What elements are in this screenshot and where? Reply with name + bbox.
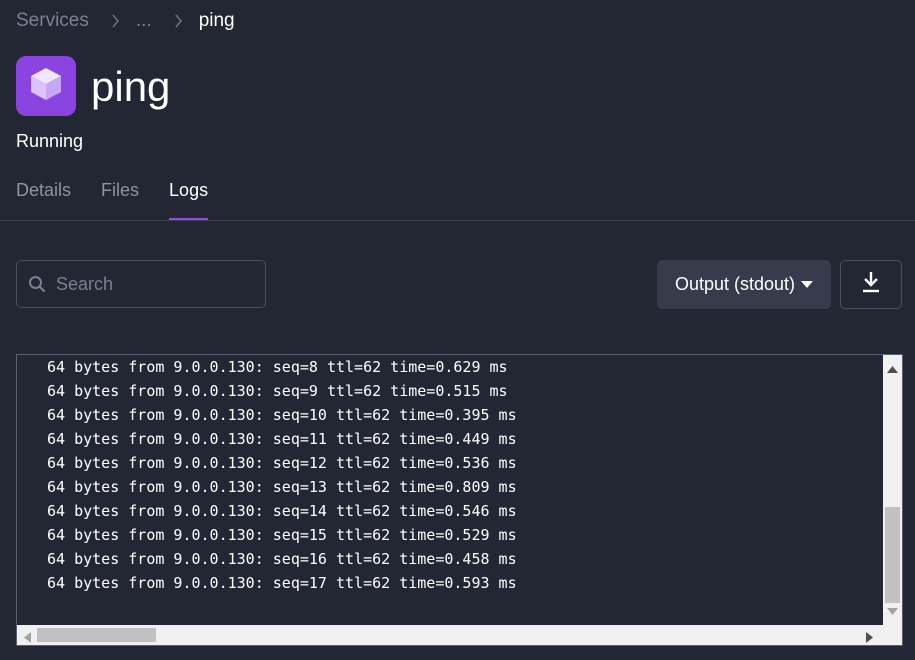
log-line: 64 bytes from 9.0.0.130: seq=13 ttl=62 t… bbox=[47, 478, 517, 496]
output-select-button[interactable]: Output (stdout) bbox=[657, 260, 831, 309]
cube-icon bbox=[29, 66, 63, 107]
log-line: 64 bytes from 9.0.0.130: seq=14 ttl=62 t… bbox=[47, 502, 517, 520]
log-line: 64 bytes from 9.0.0.130: seq=10 ttl=62 t… bbox=[47, 406, 517, 424]
tab-files[interactable]: Files bbox=[101, 180, 139, 220]
breadcrumb-current: ping bbox=[198, 10, 235, 31]
log-line: 64 bytes from 9.0.0.130: seq=12 ttl=62 t… bbox=[47, 454, 517, 472]
log-line: 64 bytes from 9.0.0.130: seq=15 ttl=62 t… bbox=[47, 526, 517, 544]
chevron-right-icon bbox=[174, 14, 183, 28]
vertical-scroll-thumb[interactable] bbox=[885, 507, 900, 603]
download-button[interactable] bbox=[840, 260, 902, 309]
search-box[interactable] bbox=[16, 260, 266, 308]
tab-divider bbox=[0, 220, 915, 221]
breadcrumb-ellipsis[interactable]: ... bbox=[136, 10, 152, 32]
status-text: Running bbox=[16, 131, 84, 151]
vertical-scrollbar[interactable] bbox=[883, 355, 902, 625]
caret-down-icon bbox=[801, 280, 814, 289]
scroll-right-arrow-icon[interactable] bbox=[866, 630, 873, 648]
scrollbar-corner bbox=[883, 625, 902, 645]
tab-details[interactable]: Details bbox=[16, 180, 71, 220]
log-line: 64 bytes from 9.0.0.130: seq=9 ttl=62 ti… bbox=[47, 382, 508, 400]
scroll-left-arrow-icon[interactable] bbox=[24, 630, 31, 648]
chevron-right-icon bbox=[111, 14, 120, 28]
breadcrumb-services-link[interactable]: Services bbox=[16, 10, 89, 32]
log-viewer[interactable]: 64 bytes from 9.0.0.130: seq=8 ttl=62 ti… bbox=[16, 354, 903, 646]
scroll-down-arrow-icon[interactable] bbox=[887, 602, 898, 620]
search-icon bbox=[28, 275, 46, 293]
log-line: 64 bytes from 9.0.0.130: seq=11 ttl=62 t… bbox=[47, 430, 517, 448]
output-select-label: Output (stdout) bbox=[674, 274, 796, 294]
service-icon bbox=[16, 56, 76, 116]
scroll-up-arrow-icon[interactable] bbox=[887, 360, 898, 378]
tab-bar: Details Files Logs bbox=[16, 180, 238, 221]
download-icon bbox=[862, 271, 880, 298]
log-line: 64 bytes from 9.0.0.130: seq=8 ttl=62 ti… bbox=[47, 358, 508, 376]
log-line: 64 bytes from 9.0.0.130: seq=17 ttl=62 t… bbox=[47, 574, 517, 592]
log-lines: 64 bytes from 9.0.0.130: seq=8 ttl=62 ti… bbox=[17, 357, 881, 625]
horizontal-scrollbar[interactable] bbox=[17, 625, 883, 645]
search-input[interactable] bbox=[54, 272, 248, 296]
breadcrumb: Services ... ping bbox=[16, 9, 235, 33]
page-title: ping bbox=[91, 63, 171, 110]
log-line: 64 bytes from 9.0.0.130: seq=16 ttl=62 t… bbox=[47, 550, 517, 568]
horizontal-scroll-thumb[interactable] bbox=[37, 628, 156, 642]
tab-logs[interactable]: Logs bbox=[169, 180, 209, 221]
